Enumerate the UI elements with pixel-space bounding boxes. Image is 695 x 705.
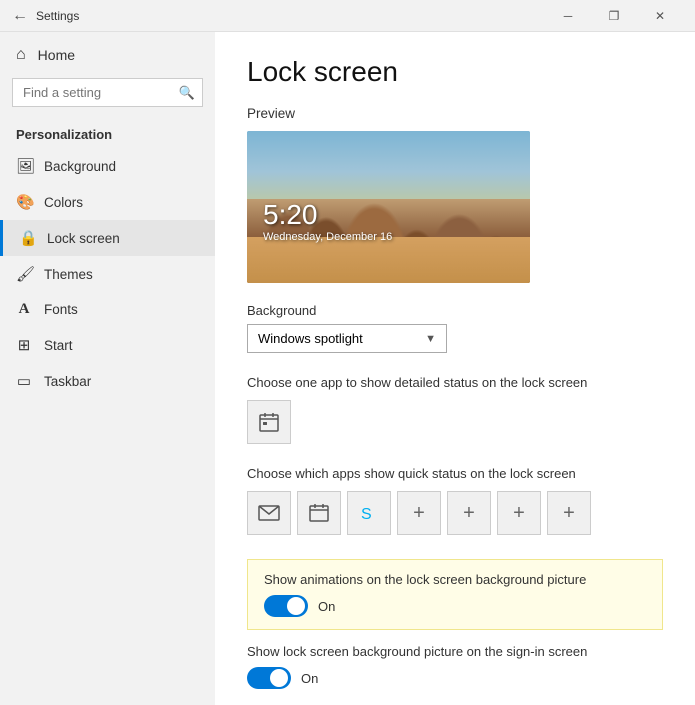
preview-clock: 5:20: [263, 201, 392, 229]
plus-icon: +: [563, 502, 575, 525]
background-dropdown[interactable]: Windows spotlight ▼: [247, 324, 447, 353]
search-input[interactable]: [12, 78, 203, 107]
quick-status-add-3[interactable]: +: [497, 491, 541, 535]
signin-label: Show lock screen background picture on t…: [247, 644, 663, 659]
sidebar-item-label: Start: [44, 338, 73, 353]
sidebar-item-lockscreen[interactable]: 🔒 Lock screen: [0, 220, 215, 256]
sidebar-item-label: Themes: [44, 267, 93, 282]
detailed-status-app-icon[interactable]: [247, 400, 291, 444]
sidebar-item-label: Fonts: [44, 302, 78, 317]
sidebar-item-background[interactable]: 🖼 Background: [0, 148, 215, 184]
colors-icon: 🎨: [16, 193, 32, 211]
plus-icon: +: [463, 502, 475, 525]
preview-date: Wednesday, December 16: [263, 231, 392, 243]
sidebar-item-fonts[interactable]: A Fonts: [0, 292, 215, 327]
background-field-label: Background: [247, 303, 663, 318]
fonts-icon: A: [16, 301, 32, 318]
preview-label: Preview: [247, 106, 663, 121]
animation-toggle-row: On: [264, 595, 646, 617]
sidebar-item-label: Background: [44, 159, 116, 174]
quick-status-calendar[interactable]: [297, 491, 341, 535]
detailed-status-label: Choose one app to show detailed status o…: [247, 375, 663, 390]
calendar-icon: [258, 411, 280, 433]
start-icon: ⊞: [16, 336, 32, 354]
quick-status-mail[interactable]: [247, 491, 291, 535]
title-bar: ← Settings ─ ❐ ✕: [0, 0, 695, 32]
sidebar-item-home[interactable]: ⌂ Home: [0, 36, 215, 74]
sidebar-item-label: Lock screen: [47, 231, 120, 246]
lockscreen-icon: 🔒: [19, 229, 35, 247]
sidebar-item-themes[interactable]: 🖌 Themes: [0, 256, 215, 292]
animation-section: Show animations on the lock screen backg…: [247, 559, 663, 630]
preview-ground: [247, 237, 530, 283]
sidebar: ⌂ Home 🔍 Personalization 🖼 Background 🎨 …: [0, 32, 215, 705]
restore-button[interactable]: ❐: [591, 0, 637, 32]
home-icon: ⌂: [16, 46, 26, 64]
chevron-down-icon: ▼: [425, 333, 436, 345]
animation-toggle[interactable]: [264, 595, 308, 617]
signin-toggle[interactable]: [247, 667, 291, 689]
search-box: 🔍: [12, 78, 203, 107]
sidebar-item-taskbar[interactable]: ▭ Taskbar: [0, 363, 215, 399]
search-icon: 🔍: [179, 85, 195, 101]
sidebar-item-colors[interactable]: 🎨 Colors: [0, 184, 215, 220]
title-bar-title: Settings: [36, 9, 545, 23]
quick-status-label: Choose which apps show quick status on t…: [247, 466, 663, 481]
sidebar-section-label: Personalization: [0, 119, 215, 148]
signin-toggle-row: On: [247, 667, 663, 689]
sidebar-item-label: Colors: [44, 195, 83, 210]
preview-time-overlay: 5:20 Wednesday, December 16: [263, 201, 392, 243]
mail-icon: [258, 505, 280, 521]
close-button[interactable]: ✕: [637, 0, 683, 32]
sidebar-item-start[interactable]: ⊞ Start: [0, 327, 215, 363]
toggle-knob: [287, 597, 305, 615]
main-content: Lock screen Preview 5:20 Wednesday, Dece…: [215, 32, 695, 705]
lock-screen-preview: 5:20 Wednesday, December 16: [247, 131, 530, 283]
sidebar-item-label: Taskbar: [44, 374, 91, 389]
svg-text:S: S: [361, 506, 372, 523]
themes-icon: 🖌: [16, 265, 32, 283]
plus-icon: +: [413, 502, 425, 525]
animation-toggle-label: On: [318, 599, 335, 614]
toggle-knob: [270, 669, 288, 687]
quick-status-skype[interactable]: S: [347, 491, 391, 535]
window-controls: ─ ❐ ✕: [545, 0, 683, 32]
quick-status-add-1[interactable]: +: [397, 491, 441, 535]
background-dropdown-value: Windows spotlight: [258, 331, 363, 346]
minimize-button[interactable]: ─: [545, 0, 591, 32]
page-title: Lock screen: [247, 56, 663, 88]
back-icon[interactable]: ←: [12, 7, 28, 25]
background-icon: 🖼: [16, 157, 32, 175]
skype-icon: S: [358, 502, 380, 524]
taskbar-icon: ▭: [16, 372, 32, 390]
plus-icon: +: [513, 502, 525, 525]
signin-toggle-label: On: [301, 671, 318, 686]
sidebar-home-label: Home: [38, 47, 75, 63]
animation-label: Show animations on the lock screen backg…: [264, 572, 646, 587]
calendar-quick-icon: [309, 503, 329, 523]
quick-status-add-4[interactable]: +: [547, 491, 591, 535]
quick-status-add-2[interactable]: +: [447, 491, 491, 535]
quick-status-row: S + + + +: [247, 491, 663, 535]
